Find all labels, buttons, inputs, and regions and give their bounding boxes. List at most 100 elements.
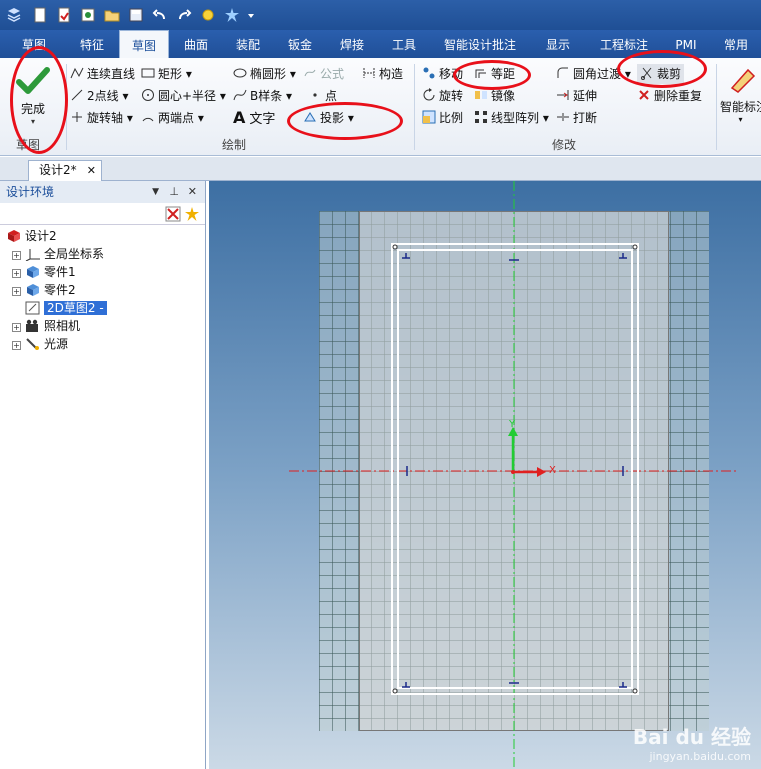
- tree-item-camera[interactable]: + 照相机: [12, 317, 80, 335]
- tab-feature[interactable]: 特征: [68, 30, 116, 58]
- coordinate-system-icon: [25, 249, 40, 261]
- light-source-icon: [26, 338, 39, 350]
- new-icon[interactable]: [32, 7, 48, 23]
- tab-display[interactable]: 显示: [534, 30, 582, 58]
- tab-weld[interactable]: 焊接: [328, 30, 376, 58]
- save-icon[interactable]: [128, 7, 144, 23]
- delete-duplicates-button[interactable]: 删除重复: [637, 86, 702, 106]
- open-icon[interactable]: [56, 7, 72, 23]
- spline-button[interactable]: B样条 ▾: [233, 86, 292, 106]
- design-environment-panel: 设计环境 ▼ ⊥ ✕ 设计2 +全局坐标系 +零件1 +零件2 +2D草图2 -…: [0, 181, 206, 769]
- sketch-icon: [25, 301, 40, 315]
- smart-annotation-button[interactable]: 智能标注 ▾: [720, 64, 761, 130]
- text-icon: A: [233, 108, 246, 127]
- group-label-modify: 修改: [552, 138, 577, 152]
- sparkle-filter-icon[interactable]: [184, 206, 200, 222]
- part-icon: [27, 266, 39, 278]
- rotate-button[interactable]: 旋转: [422, 86, 463, 106]
- delete-duplicates-icon: [639, 90, 649, 100]
- tree-item-design2[interactable]: 设计2: [6, 227, 57, 245]
- tree-item-global-coords[interactable]: + 全局坐标系: [12, 245, 104, 263]
- mirror-icon: [475, 91, 487, 99]
- tree-item-part1[interactable]: + 零件1: [12, 263, 76, 281]
- sketch-viewport[interactable]: Y X Bai du 经验 jingyan.baidu.com: [209, 181, 761, 769]
- tab-assembly[interactable]: 装配: [224, 30, 272, 58]
- extend-button[interactable]: 延伸: [556, 86, 597, 106]
- formula-button[interactable]: 公式: [303, 64, 344, 84]
- y-axis-label: Y: [509, 419, 516, 430]
- smart-annotation-icon: [730, 68, 756, 93]
- close-tab-icon[interactable]: ✕: [87, 161, 96, 180]
- light-icon[interactable]: [200, 7, 216, 23]
- rotate-icon: [423, 88, 435, 101]
- polyline-button[interactable]: 连续直线: [70, 64, 135, 84]
- redo-icon[interactable]: [176, 7, 192, 23]
- circle-button[interactable]: 圆心+半径 ▾: [141, 86, 226, 106]
- folder-icon[interactable]: [104, 7, 120, 23]
- sketch-rectangle-outer[interactable]: [391, 243, 639, 695]
- linear-pattern-button[interactable]: 线型阵列 ▾: [474, 108, 549, 128]
- break-button[interactable]: 打断: [556, 108, 597, 128]
- tab-sheet-metal[interactable]: 钣金: [276, 30, 324, 58]
- ellipse-icon: [233, 68, 247, 78]
- spline-icon: [233, 89, 247, 101]
- tree-item-sketch2[interactable]: +2D草图2 -: [12, 299, 107, 317]
- panel-toolbar: [0, 203, 205, 225]
- point-icon: [313, 93, 317, 97]
- group-label-draw: 绘制: [222, 138, 247, 152]
- expand-icon[interactable]: +: [12, 251, 21, 260]
- scale-button[interactable]: 比例: [422, 108, 463, 128]
- tab-surface[interactable]: 曲面: [172, 30, 220, 58]
- sparkle-icon[interactable]: [224, 7, 240, 23]
- annotation-circle-offset: [453, 60, 531, 90]
- break-icon: [557, 113, 569, 121]
- rotation-axis-button[interactable]: 旋转轴 ▾: [70, 108, 133, 128]
- extend-icon: [557, 90, 569, 100]
- undo-icon[interactable]: [152, 7, 168, 23]
- scale-icon: [422, 110, 436, 124]
- rectangle-button[interactable]: 矩形 ▾: [141, 64, 192, 84]
- expand-icon[interactable]: +: [12, 269, 21, 278]
- two-point-line-button[interactable]: 2点线 ▾: [70, 86, 128, 106]
- import-icon[interactable]: [80, 7, 96, 23]
- circle-icon: [142, 89, 154, 101]
- quick-access-toolbar: [0, 0, 761, 30]
- watermark: Bai du 经验 jingyan.baidu.com: [632, 725, 751, 763]
- separator: [414, 64, 415, 150]
- tab-sketch[interactable]: 草图: [119, 30, 169, 58]
- expand-icon[interactable]: +: [12, 323, 21, 332]
- tab-tools[interactable]: 工具: [380, 30, 428, 58]
- design-root-icon: [8, 230, 20, 242]
- pin-icon[interactable]: ⊥: [169, 181, 179, 203]
- sketch-rectangle-inner[interactable]: [397, 249, 633, 689]
- x-axis-label: X: [549, 465, 556, 476]
- fillet-icon: [557, 67, 568, 78]
- tree-item-part2[interactable]: + 零件2: [12, 281, 76, 299]
- tree-item-light-source[interactable]: + 光源: [12, 335, 68, 353]
- delete-filter-icon[interactable]: [165, 206, 181, 222]
- expand-icon[interactable]: +: [12, 287, 21, 296]
- close-panel-icon[interactable]: ✕: [188, 181, 197, 203]
- linear-pattern-icon: [475, 111, 487, 123]
- expand-icon[interactable]: +: [12, 341, 21, 350]
- move-icon: [423, 67, 435, 79]
- tab-smart-annotation[interactable]: 智能设计批注: [434, 30, 526, 58]
- app-menu-icon[interactable]: [6, 7, 22, 23]
- text-button[interactable]: A 文字: [233, 108, 275, 128]
- document-tab-bar: 设计2* ✕: [0, 157, 761, 181]
- construction-button[interactable]: 构造: [362, 64, 403, 84]
- arc-button[interactable]: 两端点 ▾: [141, 108, 204, 128]
- sketch-geometry: [289, 181, 739, 769]
- panel-dropdown-icon[interactable]: ▼: [152, 181, 159, 203]
- origin-point: [511, 470, 515, 474]
- ribbon-panel: 完成 ▾ 草图 连续直线 矩形 ▾ 2点线 ▾ 圆心+半径 ▾ 旋转轴 ▾ 两端…: [0, 46, 761, 156]
- tab-common[interactable]: 常用: [714, 30, 758, 58]
- panel-header: 设计环境 ▼ ⊥ ✕: [0, 181, 205, 203]
- two-point-line-icon: [71, 89, 83, 101]
- document-tab[interactable]: 设计2* ✕: [28, 160, 102, 181]
- dropdown-icon[interactable]: [246, 7, 256, 23]
- part-icon: [27, 284, 39, 296]
- rectangle-icon: [141, 68, 155, 78]
- ellipse-button[interactable]: 椭圆形 ▾: [233, 64, 296, 84]
- annotation-circle-projection: [287, 102, 403, 140]
